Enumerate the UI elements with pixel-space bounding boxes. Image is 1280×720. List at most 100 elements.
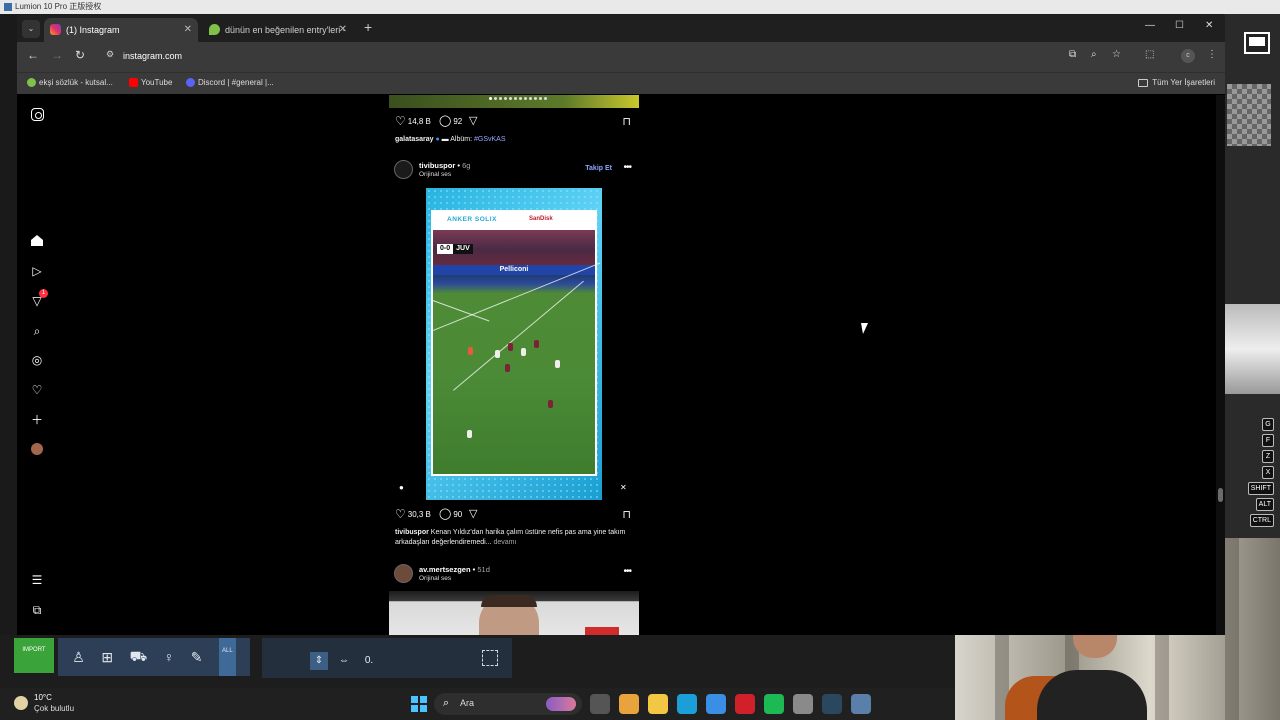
pitch-line bbox=[453, 280, 584, 391]
explore-icon[interactable]: ◎ bbox=[29, 352, 45, 368]
hashtag-link[interactable]: #GSvKAS bbox=[474, 136, 506, 143]
opera-icon[interactable] bbox=[735, 694, 755, 714]
site-info-icon[interactable]: ⚙ bbox=[106, 49, 114, 60]
reel-frame: ANKER SOLIX SanDisk 0-0 JUV Pelliconi bbox=[426, 188, 602, 500]
reload-icon[interactable]: ↻ bbox=[75, 48, 85, 62]
reels-icon[interactable]: ▷ bbox=[29, 263, 45, 279]
bookmark-eksi[interactable]: ekşi sözlük - kutsal... bbox=[27, 78, 113, 87]
heart-icon[interactable]: ♡ bbox=[29, 382, 45, 398]
tagged-user-icon[interactable]: ● bbox=[399, 483, 404, 492]
comment-icon: ◯ bbox=[439, 115, 452, 127]
extensions-icon[interactable]: ⬚ bbox=[1145, 49, 1154, 60]
comment-count: 92 bbox=[453, 116, 463, 126]
forward-icon[interactable]: → bbox=[51, 48, 63, 62]
caption-user[interactable]: tivibuspor bbox=[395, 529, 429, 536]
post-username[interactable]: av.mertsezgen • 51d bbox=[419, 565, 490, 574]
follow-button[interactable]: Takip Et bbox=[585, 165, 612, 172]
task-view-icon[interactable] bbox=[590, 694, 610, 714]
maximize-icon[interactable]: ☐ bbox=[1175, 20, 1184, 31]
mail-icon[interactable] bbox=[706, 694, 726, 714]
save-icon[interactable]: ⊓ bbox=[622, 508, 631, 521]
all-bookmarks[interactable]: Tüm Yer İşaretleri bbox=[1138, 78, 1215, 87]
home-icon[interactable] bbox=[29, 233, 45, 249]
mute-icon[interactable]: ✕ bbox=[620, 483, 627, 492]
reel-video[interactable]: ANKER SOLIX SanDisk 0-0 JUV Pelliconi ● … bbox=[389, 188, 639, 500]
chrome-icon[interactable] bbox=[619, 694, 639, 714]
avatar[interactable] bbox=[394, 564, 413, 583]
close-icon[interactable]: ✕ bbox=[339, 18, 347, 42]
tab-instagram[interactable]: (1) Instagram ✕ bbox=[44, 18, 198, 42]
scroll-thumb[interactable] bbox=[1218, 488, 1223, 502]
zoom-icon[interactable]: ⌕ bbox=[1091, 49, 1097, 60]
like-button[interactable]: ♡ 30,3 B bbox=[395, 508, 431, 520]
lumion-icon[interactable] bbox=[851, 694, 871, 714]
profile-avatar[interactable]: c bbox=[1181, 49, 1195, 63]
file-explorer-icon[interactable] bbox=[648, 694, 668, 714]
threads-icon[interactable]: ⧉ bbox=[29, 602, 45, 618]
post-audio[interactable]: Orijinal ses bbox=[419, 171, 451, 178]
wrench-icon[interactable]: ✎ bbox=[191, 649, 203, 666]
caption-user[interactable]: galatasaray bbox=[395, 136, 434, 143]
import-button[interactable]: IMPORT bbox=[14, 638, 54, 673]
previous-post-actions: ♡ 14,8 B ◯ 92 ▽ ⊓ bbox=[395, 115, 635, 131]
all-button[interactable]: ALL bbox=[218, 638, 236, 676]
comment-button[interactable]: ◯ 90 bbox=[439, 508, 462, 520]
person-icon[interactable]: ♙ bbox=[72, 649, 85, 666]
previous-post-media[interactable] bbox=[389, 95, 639, 108]
menu-dots-icon[interactable]: ⋮ bbox=[1207, 49, 1217, 60]
tab-search-button[interactable]: ⌄ bbox=[22, 20, 40, 38]
bookmark-label: ekşi sözlük - kutsal... bbox=[39, 78, 113, 87]
viewport-strip bbox=[1224, 304, 1280, 394]
hamburger-menu-icon[interactable]: ☰ bbox=[29, 572, 45, 588]
search-icon[interactable]: ⌕ bbox=[29, 323, 45, 339]
spotify-icon[interactable] bbox=[764, 694, 784, 714]
value-readout: 0. bbox=[364, 655, 374, 666]
new-tab-icon[interactable]: + bbox=[364, 19, 372, 35]
post-username[interactable]: tivibuspor • 6g bbox=[419, 161, 470, 170]
rotate-icon[interactable]: ⇔ bbox=[335, 652, 353, 670]
fence-icon[interactable]: ⊞ bbox=[101, 649, 113, 666]
messages-icon[interactable]: ▽ 1 bbox=[29, 289, 48, 309]
instagram-logo-icon[interactable] bbox=[31, 108, 44, 121]
windows-start-icon[interactable] bbox=[411, 696, 427, 712]
taskbar-search[interactable]: ⌕ Ara bbox=[434, 693, 582, 715]
import-label: IMPORT bbox=[22, 647, 46, 653]
car-icon[interactable]: ⛟ bbox=[130, 648, 148, 667]
all-bookmarks-label: Tüm Yer İşaretleri bbox=[1152, 78, 1215, 87]
avatar[interactable] bbox=[394, 160, 413, 179]
bookmark-discord[interactable]: Discord | #general |... bbox=[186, 78, 274, 87]
key-ctrl: CTRL bbox=[1249, 514, 1274, 527]
minimize-icon[interactable]: — bbox=[1145, 20, 1155, 31]
more-options-icon[interactable]: ••• bbox=[623, 566, 631, 577]
bookmark-star-icon[interactable]: ☆ bbox=[1112, 49, 1121, 60]
material-preview[interactable] bbox=[1227, 84, 1271, 146]
close-icon[interactable]: ✕ bbox=[184, 18, 192, 42]
more-options-icon[interactable]: ••• bbox=[623, 162, 631, 173]
tab-eksi[interactable]: dünün en beğenilen entry'leri - ✕ bbox=[203, 18, 353, 42]
back-icon[interactable]: ← bbox=[27, 48, 39, 62]
reel-post-actions: ♡ 30,3 B ◯ 90 ▽ ⊓ bbox=[395, 508, 635, 524]
height-icon[interactable]: ⇕ bbox=[310, 652, 328, 670]
address-bar[interactable]: ⚙ instagram.com bbox=[101, 45, 1231, 69]
save-icon[interactable]: ⊓ bbox=[622, 115, 631, 128]
more-link[interactable]: devamı bbox=[493, 539, 516, 546]
share-button[interactable]: ▽ bbox=[469, 508, 477, 520]
bookmark-youtube[interactable]: YouTube bbox=[129, 78, 172, 87]
create-icon[interactable]: ＋ bbox=[29, 412, 45, 428]
window-close-icon[interactable]: ✕ bbox=[1205, 20, 1213, 31]
like-button[interactable]: ♡ 14,8 B bbox=[395, 115, 431, 127]
select-icon[interactable] bbox=[482, 650, 498, 666]
next-post-media[interactable] bbox=[389, 591, 639, 635]
profile-avatar[interactable] bbox=[31, 443, 43, 455]
page-scrollbar[interactable] bbox=[1216, 95, 1225, 635]
install-app-icon[interactable]: ⧉ bbox=[1069, 49, 1076, 60]
light-icon[interactable]: ♀ bbox=[164, 649, 175, 665]
window-icon[interactable] bbox=[1244, 32, 1270, 54]
comment-button[interactable]: ◯ 92 bbox=[439, 115, 462, 127]
post-audio[interactable]: Orijinal ses bbox=[419, 575, 451, 582]
steam-icon[interactable] bbox=[822, 694, 842, 714]
share-button[interactable]: ▽ bbox=[469, 115, 477, 127]
player bbox=[508, 343, 513, 351]
edge-icon[interactable] bbox=[677, 694, 697, 714]
settings-icon[interactable] bbox=[793, 694, 813, 714]
